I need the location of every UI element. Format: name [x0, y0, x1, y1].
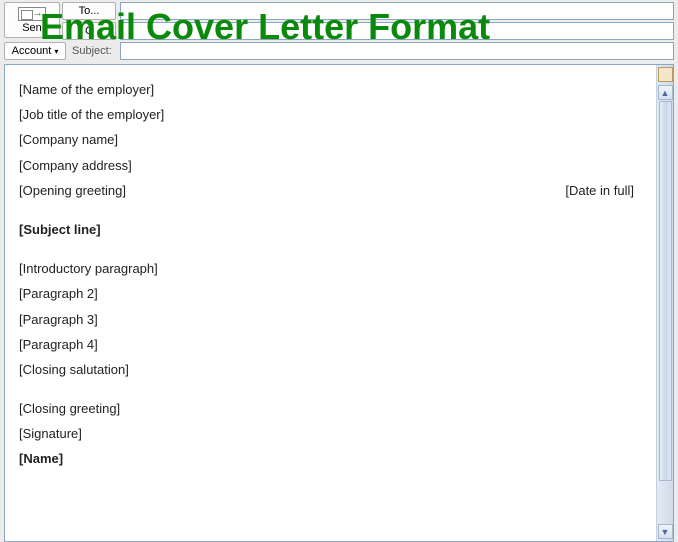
to-row: To...	[62, 2, 674, 20]
subject-label: Subject:	[70, 45, 116, 57]
line-intro: [Introductory paragraph]	[19, 260, 642, 278]
line-date: [Date in full]	[565, 182, 634, 200]
chevron-down-icon: ▾	[54, 47, 58, 56]
scroll-thumb[interactable]	[659, 101, 672, 481]
arrow-down-icon: ▼	[661, 527, 670, 537]
line-p2: [Paragraph 2]	[19, 285, 642, 303]
message-body[interactable]: [Name of the employer] [Job title of the…	[5, 65, 656, 541]
header-fields: To... C	[62, 2, 674, 40]
line-employer-name: [Name of the employer]	[19, 81, 642, 99]
send-label: Sen	[22, 22, 42, 34]
line-closing-salutation: [Closing salutation]	[19, 361, 642, 379]
ruler-icon[interactable]	[658, 67, 673, 82]
account-subject-row: Account ▾ Subject:	[0, 42, 678, 62]
line-closing-greeting: [Closing greeting]	[19, 400, 642, 418]
to-input[interactable]	[120, 2, 674, 20]
scroll-down-button[interactable]: ▼	[658, 524, 673, 539]
subject-input[interactable]	[120, 42, 674, 60]
arrow-up-icon: ▲	[661, 88, 670, 98]
line-job-title: [Job title of the employer]	[19, 106, 642, 124]
scroll-up-button[interactable]: ▲	[658, 85, 673, 100]
line-p3: [Paragraph 3]	[19, 311, 642, 329]
message-body-container: [Name of the employer] [Job title of the…	[4, 64, 674, 542]
to-button[interactable]: To...	[62, 2, 116, 20]
cc-button[interactable]: C	[62, 22, 116, 40]
line-opening-greeting: [Opening greeting] [Date in full]	[19, 182, 642, 200]
line-signature: [Signature]	[19, 425, 642, 443]
line-company-name: [Company name]	[19, 131, 642, 149]
account-button[interactable]: Account ▾	[4, 42, 66, 60]
line-name: [Name]	[19, 450, 642, 468]
send-button[interactable]: Sen	[4, 2, 60, 38]
envelope-send-icon	[18, 7, 46, 21]
line-subject: [Subject line]	[19, 221, 642, 239]
compose-toolbar: Sen To... C	[0, 0, 678, 42]
line-company-address: [Company address]	[19, 157, 642, 175]
vertical-scrollbar: ▲ ▼	[656, 65, 673, 541]
cc-row: C	[62, 22, 674, 40]
line-p4: [Paragraph 4]	[19, 336, 642, 354]
cc-input[interactable]	[120, 22, 674, 40]
